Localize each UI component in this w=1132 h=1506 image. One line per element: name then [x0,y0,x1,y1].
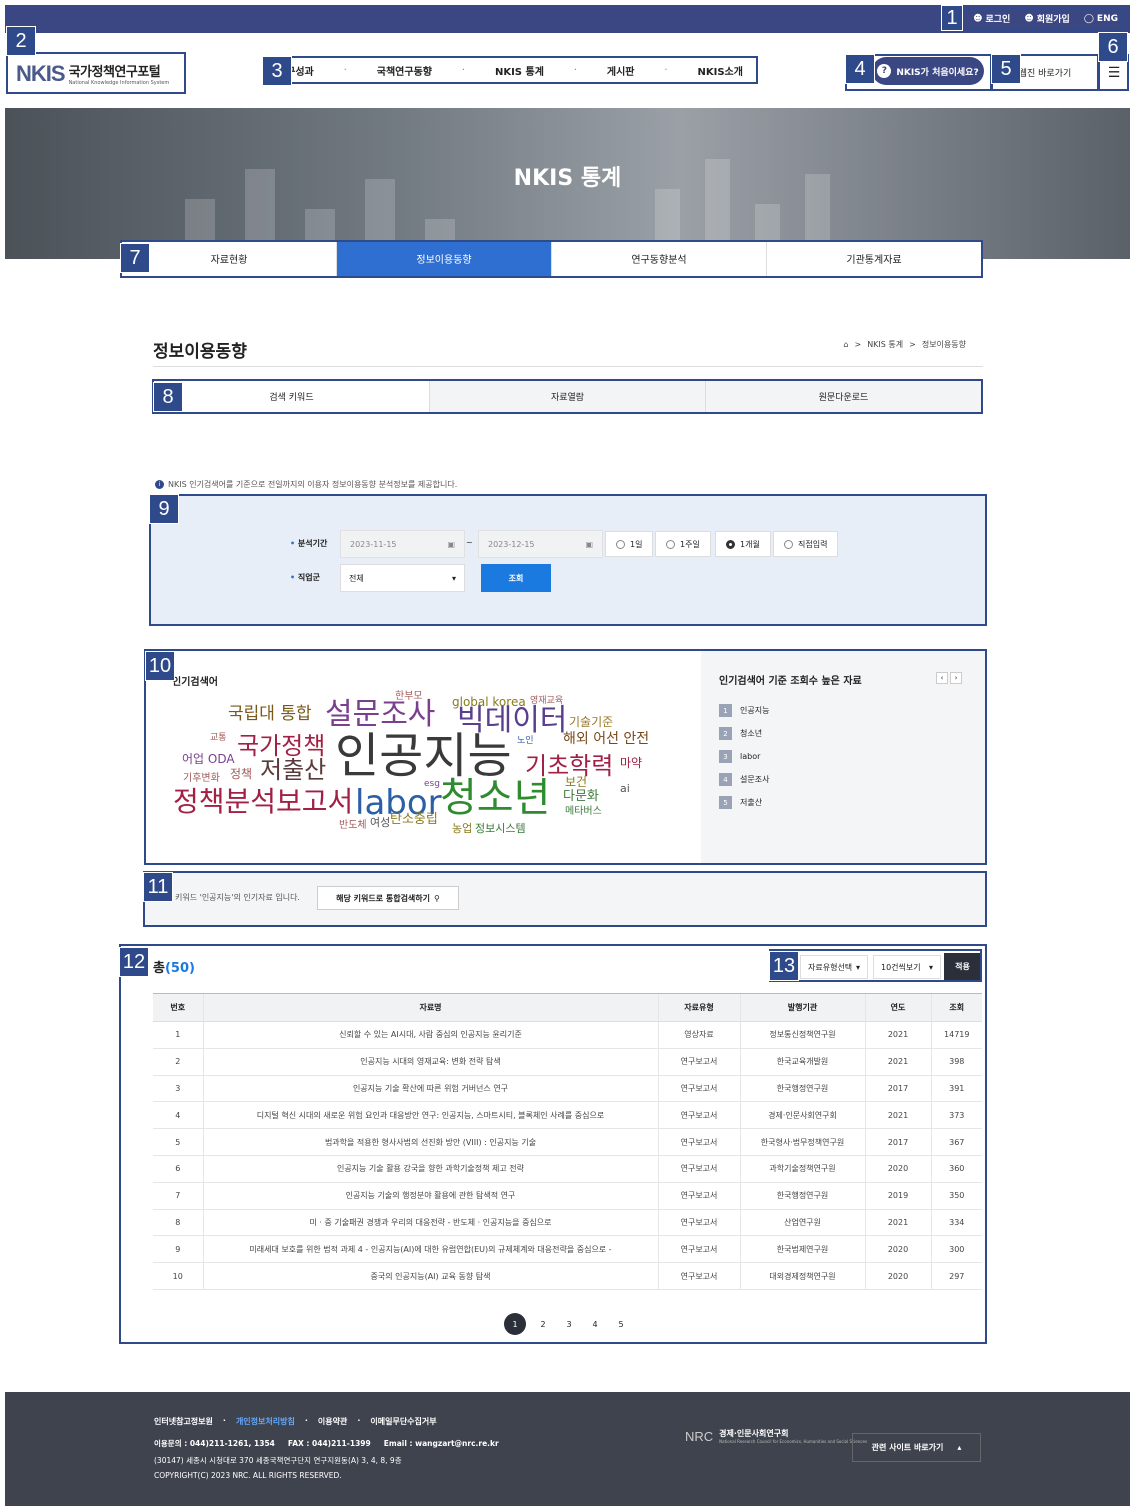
annotation-badge-10: 10 [145,651,175,681]
annotation-box-2 [6,52,186,94]
annotation-box-7 [120,240,983,278]
footer-copyright: COPYRIGHT(C) 2023 NRC. ALL RIGHTS RESERV… [154,1471,342,1480]
annotation-box-1 [944,7,1124,32]
annotation-badge-12: 12 [119,947,149,977]
home-icon[interactable]: ⌂ [843,340,848,349]
divider [153,366,983,367]
info-icon: i [155,480,164,489]
related-sites-select[interactable]: 관련 사이트 바로가기 ▴ [852,1433,981,1462]
annotation-box-10 [144,649,987,865]
annotation-box-9 [149,494,987,626]
annotation-badge-4: 4 [845,54,875,84]
annotation-badge-7: 7 [120,243,150,273]
footer-link[interactable]: 인터넷참고정보원 [154,1416,213,1427]
breadcrumb-item[interactable]: NKIS 통계 [867,339,903,350]
annotation-badge-1: 1 [941,5,963,31]
annotation-box-3 [262,56,758,84]
annotation-badge-5: 5 [991,54,1021,84]
annotation-badge-13: 13 [769,951,799,981]
footer-contact: 이용문의 : 044)211-1261, 1354 FAX : 044)211-… [154,1439,499,1448]
annotation-badge-3: 3 [262,56,292,86]
annotation-box-11 [143,871,987,927]
footer-link[interactable]: 이용약관 [318,1416,347,1427]
breadcrumb-item: 정보이용동향 [921,340,966,349]
hero-title: NKIS 통계 [513,166,622,191]
annotation-badge-9: 9 [149,494,179,524]
breadcrumb: ⌂ > NKIS 통계 > 정보이용동향 [843,339,966,350]
chevron-up-icon: ▴ [957,1443,962,1452]
footer-link[interactable]: 개인정보처리방침 [236,1416,295,1427]
annotation-badge-6: 6 [1098,32,1128,62]
annotation-badge-2: 2 [6,26,36,56]
annotation-box-8 [152,379,983,414]
info-text: i NKIS 인기검색어를 기준으로 전일까지의 이용자 정보이용동향 분석정보… [155,479,457,490]
footer-address: (30147) 세종시 시청대로 370 세종국책연구단지 연구지원동(A) 3… [154,1456,402,1465]
footer-link[interactable]: 이메일무단수집거부 [370,1416,436,1427]
hero-banner: NKIS 통계 [5,108,1130,259]
annotation-badge-8: 8 [153,382,183,412]
page-title: 정보이용동향 [153,342,247,362]
annotation-badge-11: 11 [143,872,173,902]
annotation-box-12 [119,944,987,1344]
nrc-logo: NRC 경제·인문사회연구회 National Research Council … [685,1428,868,1445]
footer: 인터넷참고정보원 · 개인정보처리방침 · 이용약관 · 이메일무단수집거부 이용문의… [5,1392,1130,1506]
